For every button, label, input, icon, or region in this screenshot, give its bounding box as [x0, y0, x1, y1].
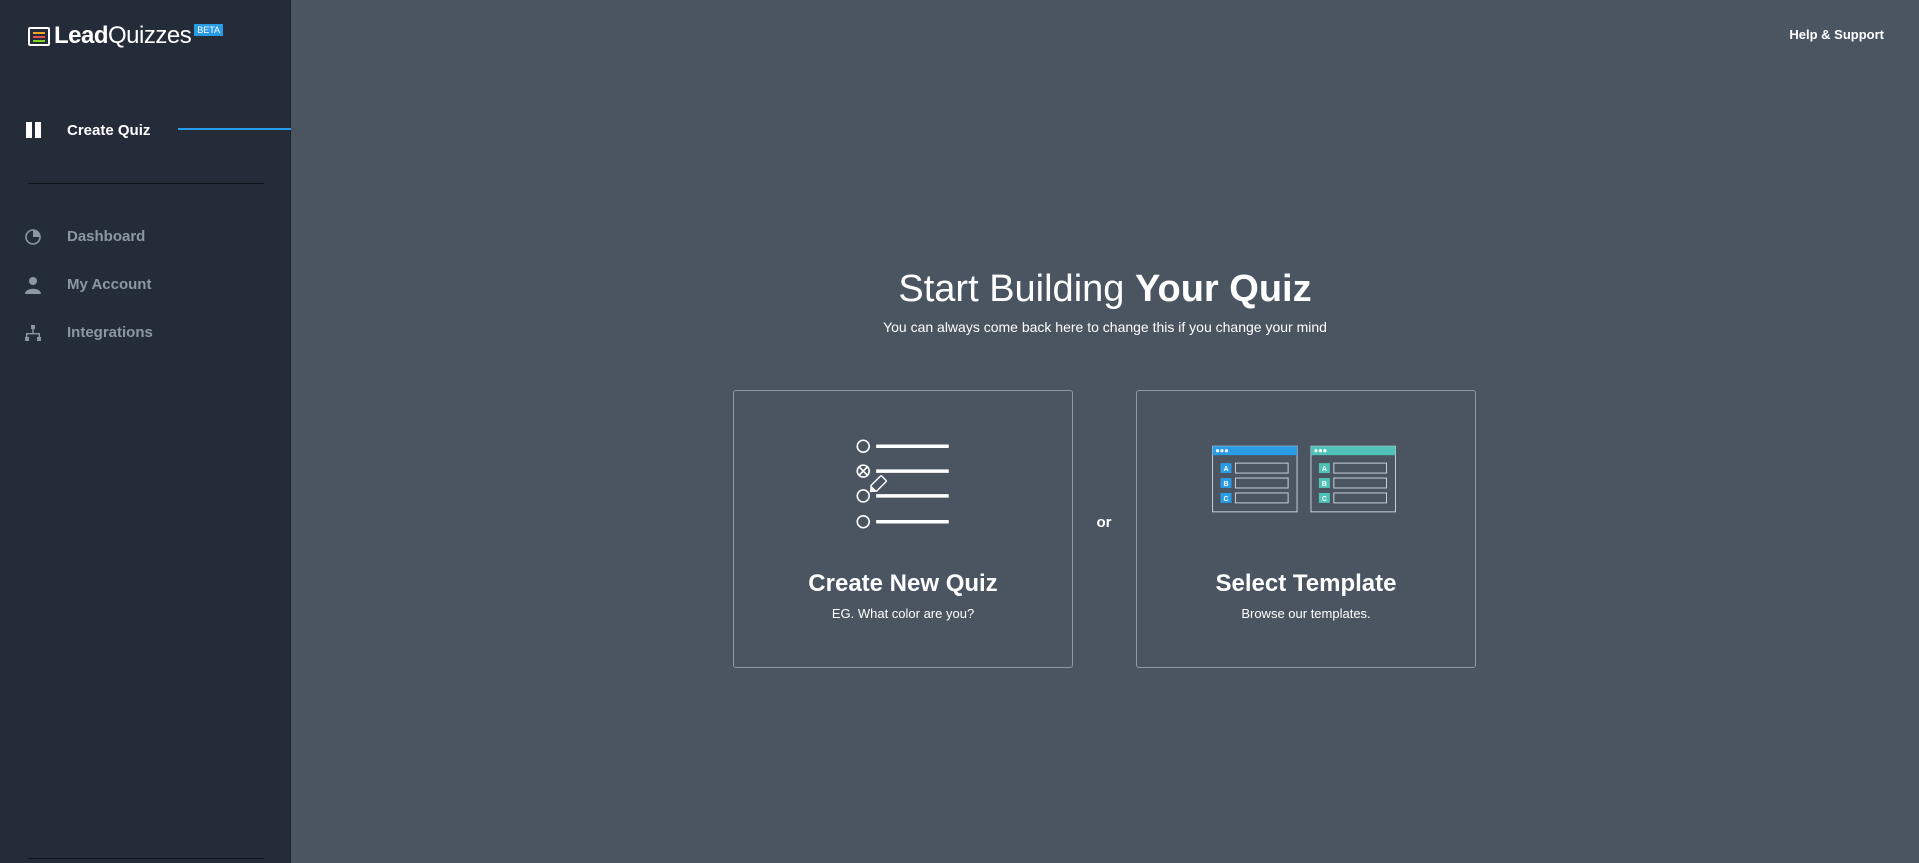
card-description: Browse our templates. — [1241, 606, 1371, 621]
svg-text:B: B — [1322, 481, 1327, 488]
sidebar-item-integrations[interactable]: Integrations — [0, 320, 291, 346]
sidebar-item-create-quiz[interactable]: Create Quiz — [0, 116, 291, 144]
sidebar-item-label: Dashboard — [67, 228, 146, 245]
card-description: EG. What color are you? — [831, 606, 975, 621]
sidebar-item-label: My Account — [67, 276, 152, 293]
sidebar-item-my-account[interactable]: My Account — [0, 272, 291, 298]
user-icon — [25, 277, 41, 294]
pencil-icon — [869, 475, 887, 493]
template-preview-teal: A B C — [1310, 445, 1396, 513]
columns-icon — [26, 122, 41, 138]
logo-icon — [28, 26, 50, 46]
templates-icon: A B C A B C — [1212, 445, 1396, 513]
help-support-link[interactable]: Help & Support — [1789, 27, 1884, 42]
sitemap-icon — [25, 325, 41, 341]
page-subtitle: You can always come back here to change … — [883, 319, 1327, 335]
brand-logo[interactable]: LeadQuizzes BETA — [28, 22, 224, 50]
svg-text:A: A — [1322, 466, 1327, 473]
svg-text:A: A — [1223, 466, 1228, 473]
select-template-card[interactable]: A B C A B C Select Template Browse our t… — [1136, 390, 1476, 668]
page-title: Start Building Your Quiz — [898, 268, 1312, 310]
brand-name: LeadQuizzes — [54, 22, 192, 49]
quiz-list-icon — [856, 439, 949, 529]
sidebar-item-label: Integrations — [67, 324, 153, 341]
or-separator: or — [1096, 514, 1112, 531]
card-title: Select Template — [1215, 570, 1397, 597]
active-indicator — [178, 128, 291, 130]
card-title: Create New Quiz — [808, 570, 998, 597]
sidebar-divider — [28, 183, 264, 184]
svg-text:B: B — [1223, 481, 1228, 488]
create-new-quiz-card[interactable]: Create New Quiz EG. What color are you? — [733, 390, 1073, 668]
beta-badge: BETA — [194, 24, 224, 36]
sidebar: LeadQuizzes BETA Create Quiz Dashboard M… — [0, 0, 291, 863]
sidebar-item-dashboard[interactable]: Dashboard — [0, 224, 291, 250]
sidebar-item-label: Create Quiz — [67, 122, 151, 139]
sidebar-bottom-divider — [28, 858, 264, 859]
template-preview-blue: A B C — [1212, 445, 1298, 513]
svg-text:C: C — [1223, 496, 1228, 503]
pie-chart-icon — [25, 229, 41, 245]
svg-text:C: C — [1322, 496, 1327, 503]
